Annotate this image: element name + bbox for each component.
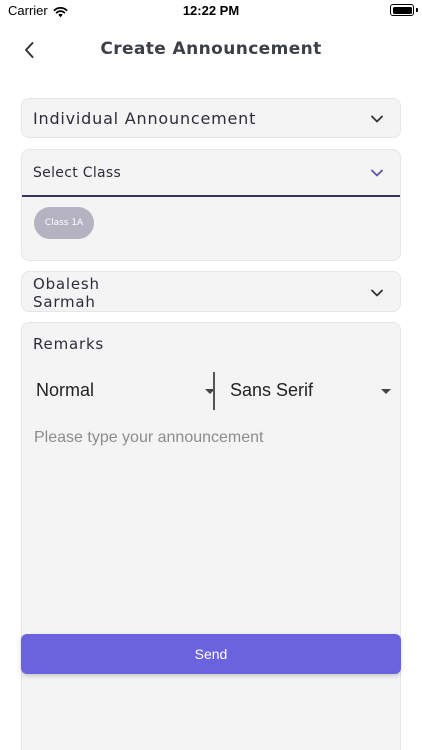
toolbar-divider — [213, 372, 215, 410]
page-title: Create Announcement — [100, 39, 322, 59]
remarks-label: Remarks — [33, 335, 105, 353]
announcement-type-value: Individual Announcement — [33, 109, 257, 128]
status-time: 12:22 PM — [182, 3, 240, 18]
font-family-value: Sans Serif — [230, 380, 314, 400]
class-select-dropdown[interactable]: Select Class — [22, 150, 400, 197]
student-name-value: Obalesh Sarmah — [33, 275, 100, 311]
header: Create Announcement — [0, 34, 422, 66]
remarks-section: Remarks Normal Sans Serif Please type yo… — [21, 322, 401, 750]
editor-toolbar: Normal Sans Serif — [22, 365, 400, 417]
battery-cap — [416, 8, 418, 12]
announcement-type-dropdown[interactable]: Individual Announcement — [21, 98, 401, 138]
font-family-select[interactable]: Sans Serif — [229, 373, 397, 409]
send-button[interactable]: Send — [21, 634, 401, 674]
text-size-value: Normal — [36, 380, 95, 400]
announcement-editor[interactable]: Please type your announcement — [34, 429, 263, 447]
student-dropdown[interactable]: Obalesh Sarmah — [21, 271, 401, 312]
chevron-down-icon — [371, 169, 383, 177]
class-select-label: Select Class — [33, 165, 122, 181]
battery-icon — [390, 4, 414, 16]
text-size-select[interactable]: Normal — [36, 373, 216, 409]
chevron-down-icon — [371, 115, 383, 123]
status-bar: Carrier 12:22 PM — [0, 0, 422, 22]
class-selector: Select Class Class 1A — [21, 149, 401, 261]
class-chip[interactable]: Class 1A — [34, 207, 94, 239]
caret-down-icon — [381, 389, 391, 394]
chevron-down-icon — [371, 289, 383, 297]
